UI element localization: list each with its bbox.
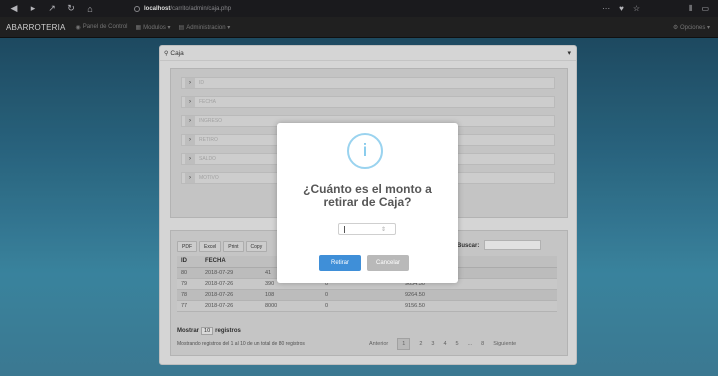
text-cursor xyxy=(344,225,345,233)
dialog-actions: Retirar Cancelar xyxy=(319,255,409,271)
info-icon: i xyxy=(347,133,383,169)
spinner-icon[interactable]: ⇕ xyxy=(381,226,386,233)
amount-input[interactable]: ⇕ xyxy=(338,223,396,235)
dialog-title-line2: retirar de Caja? xyxy=(323,195,412,209)
cancelar-button[interactable]: Cancelar xyxy=(367,255,409,271)
dialog-title: ¿Cuánto es el monto a retirar de Caja? xyxy=(277,183,458,209)
withdraw-dialog: i ¿Cuánto es el monto a retirar de Caja?… xyxy=(277,123,458,283)
retirar-button[interactable]: Retirar xyxy=(319,255,361,271)
